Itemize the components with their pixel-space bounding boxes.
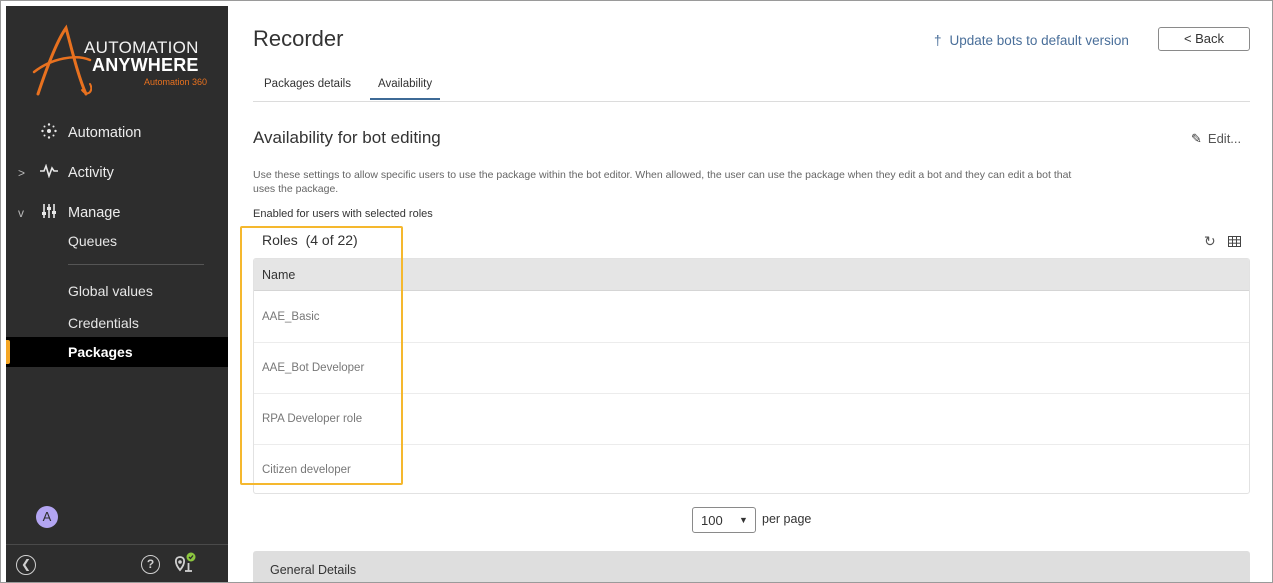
table-row[interactable]: RPA Developer role [254, 394, 1249, 445]
nav-manage-label: Manage [68, 205, 121, 221]
activity-icon [38, 163, 60, 182]
table-row[interactable]: AAE_Basic [254, 292, 1249, 343]
sidebar-divider [68, 264, 204, 265]
table-row[interactable]: Citizen developer [254, 445, 1249, 493]
chevron-right-icon: > [18, 166, 26, 180]
main-content: Recorder † Update bots to default version… [228, 0, 1273, 583]
section-title: Availability for bot editing [253, 128, 441, 147]
page-title: Recorder [253, 26, 344, 51]
section-description: Use these settings to allow specific use… [253, 169, 1072, 195]
sidebar-item-label: Credentials [68, 315, 139, 331]
page-size-select[interactable]: 100 ▼ [692, 507, 756, 533]
sidebar-item-credentials[interactable]: Credentials [6, 308, 228, 338]
sidebar-item-label: Queues [68, 233, 118, 249]
enabled-roles-label: Enabled for users with selected roles [253, 208, 433, 220]
tab-availability[interactable]: Availability [370, 78, 441, 100]
update-bots-link[interactable]: † Update bots to default version [934, 33, 1129, 48]
table-row[interactable]: AAE_Bot Developer [254, 343, 1249, 394]
nav-automation[interactable]: Automation [6, 118, 228, 148]
help-icon[interactable]: ? [141, 555, 160, 574]
edit-label: Edit... [1207, 131, 1242, 146]
column-chooser-icon[interactable] [1228, 234, 1241, 252]
edit-button[interactable]: ✎ Edit... [1191, 131, 1241, 147]
automation-icon [38, 122, 60, 144]
nav-automation-label: Automation [68, 125, 142, 141]
location-status-icon[interactable] [172, 551, 198, 582]
update-bots-label: Update bots to default version [949, 33, 1129, 48]
sidebar-item-global-values[interactable]: Global values [6, 276, 228, 306]
role-name: AAE_Basic [262, 311, 320, 323]
pin-icon: † [934, 33, 942, 48]
back-button[interactable]: < Back [1158, 27, 1250, 51]
pencil-icon: ✎ [1191, 131, 1202, 146]
table-header[interactable]: Name [254, 259, 1249, 291]
role-name: RPA Developer role [262, 413, 363, 425]
page-size-value: 100 [701, 513, 723, 528]
automation-anywhere-logo-icon [32, 24, 92, 96]
nav-manage[interactable]: v Manage [6, 198, 228, 228]
sidebar: AUTOMATION ANYWHERE Automation 360 Autom… [6, 6, 228, 583]
refresh-icon[interactable]: ↻ [1204, 233, 1216, 250]
sidebar-item-packages[interactable]: Packages [6, 337, 228, 367]
per-page-label: per page [762, 512, 812, 526]
chevron-down-icon: v [18, 206, 24, 220]
role-name: AAE_Bot Developer [262, 362, 365, 374]
chevron-down-icon: ▼ [739, 515, 748, 525]
brand-line-2: ANYWHERE [92, 55, 199, 75]
roles-table: Name AAE_Basic AAE_Bot Developer RPA Dev… [253, 258, 1250, 494]
column-header-name: Name [262, 268, 296, 282]
brand-logo[interactable]: AUTOMATION ANYWHERE Automation 360 [6, 6, 228, 106]
tab-packages-details[interactable]: Packages details [264, 78, 351, 98]
manage-icon [38, 203, 60, 223]
sidebar-item-label: Global values [68, 283, 153, 299]
nav-activity[interactable]: > Activity [6, 158, 228, 188]
general-details-title: General Details [270, 563, 357, 577]
nav-activity-label: Activity [68, 165, 114, 181]
collapse-icon[interactable]: ❮ [16, 555, 36, 575]
role-name: Citizen developer [262, 464, 351, 476]
sidebar-item-label: Packages [68, 344, 133, 360]
brand-line-3: Automation 360 [144, 77, 208, 87]
sidebar-footer: ❮ ? [6, 544, 228, 583]
tab-bar: Packages details Availability [253, 72, 1250, 102]
avatar[interactable]: A [36, 506, 58, 528]
roles-count-header: Roles (4 of 22) [262, 232, 358, 248]
general-details-section[interactable]: General Details [253, 551, 1250, 583]
sidebar-item-queues[interactable]: Queues [6, 226, 228, 256]
